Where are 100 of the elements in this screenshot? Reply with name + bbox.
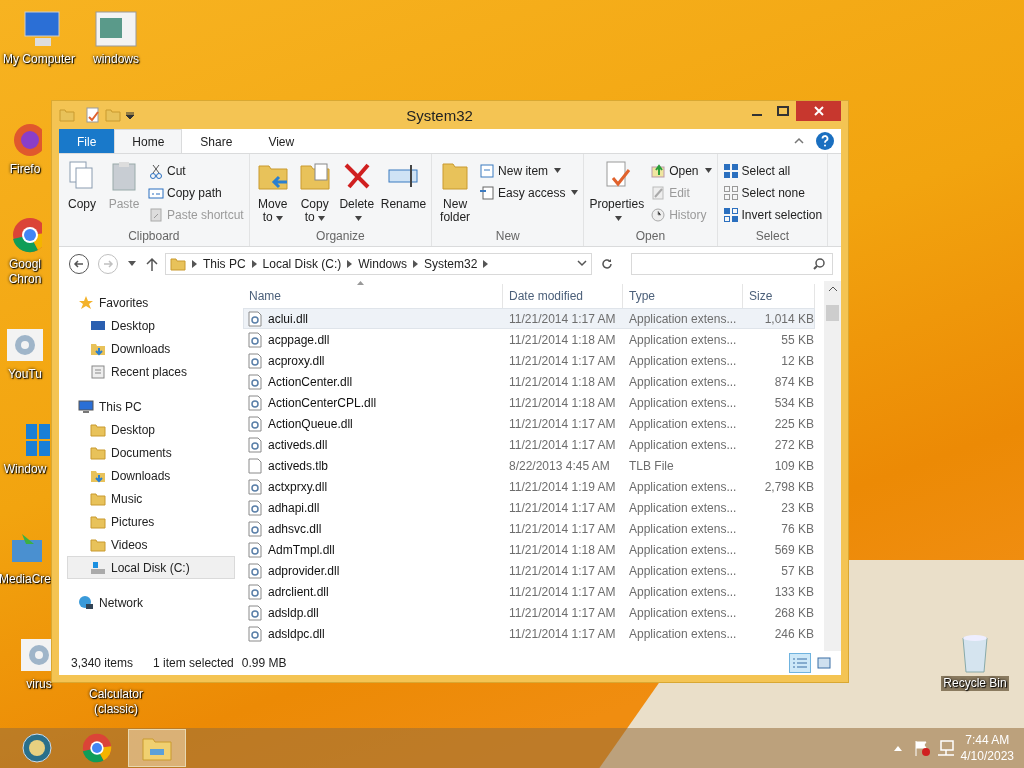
date-cell-text: 11/21/2014 1:17 AM <box>508 437 617 452</box>
type-cell-text: Application extens... <box>628 479 738 494</box>
flag-icon[interactable] <box>912 739 931 757</box>
file-row[interactable]: activeds.tlb 8/22/2013 4:45 AM TLB File 109 KB <box>243 455 815 476</box>
ribbon-tab[interactable]: Home <box>114 129 183 153</box>
ribbon-button[interactable]: Copy <box>62 158 102 228</box>
chevron-right-icon <box>483 260 489 268</box>
properties-page-icon[interactable] <box>85 107 101 123</box>
ribbon-button[interactable]: Cut <box>146 160 246 181</box>
ribbon-button[interactable]: Copy to <box>294 158 335 228</box>
ribbon-button[interactable]: Delete <box>336 158 377 228</box>
nav-pane-item[interactable]: Videos <box>67 533 235 556</box>
ribbon-button[interactable]: New folder <box>435 158 476 228</box>
nav-pane-item[interactable]: Documents <box>67 441 235 464</box>
nav-button[interactable] <box>67 252 92 276</box>
nav-pane-label: Local Disk (C:) <box>111 560 190 575</box>
file-row[interactable]: adsldpc.dll 11/21/2014 1:17 AM Application extens... 246 KB <box>243 623 815 644</box>
select-all-icon <box>722 162 739 179</box>
desktop-icon-label[interactable]: Recycle Bin <box>941 676 1009 691</box>
caret-icon <box>275 216 283 221</box>
nav-pane-item[interactable]: Favorites <box>67 291 235 314</box>
ribbon-button[interactable]: Copy path <box>146 182 246 203</box>
file-name: ActionCenter.dll <box>268 374 353 389</box>
nav-pane-item[interactable]: Desktop <box>67 314 235 337</box>
size-cell-text: 272 KB <box>773 437 814 452</box>
tile-picture-icon <box>817 657 831 669</box>
details-list-icon <box>792 657 808 669</box>
nav-pane-item[interactable]: Recent places <box>67 360 235 383</box>
file-row[interactable]: ActionCenter.dll 11/21/2014 1:18 AM Application extens... 874 KB <box>243 371 815 392</box>
window-title: System32 <box>405 106 474 124</box>
file-row[interactable]: adrclient.dll 11/21/2014 1:17 AM Application extens... 133 KB <box>243 581 815 602</box>
ribbon-button[interactable]: Invert selection <box>720 204 825 225</box>
nav-pane-item[interactable]: Desktop <box>67 418 235 441</box>
file-row[interactable]: adhapi.dll 11/21/2014 1:17 AM Application extens... 23 KB <box>243 497 815 518</box>
size-cell-text: 1,014 KB <box>763 311 814 326</box>
search-field[interactable] <box>631 253 833 275</box>
file-name: adsldp.dll <box>268 605 319 620</box>
caret-icon <box>614 216 622 221</box>
breadcrumb-item[interactable]: System32 <box>423 257 478 271</box>
file-row[interactable]: adprovider.dll 11/21/2014 1:17 AM Application extens... 57 KB <box>243 560 815 581</box>
help-icon[interactable] <box>815 129 835 153</box>
nav-pane-item[interactable]: Local Disk (C:) <box>67 556 235 579</box>
scrollbar[interactable] <box>824 281 841 651</box>
type-cell-text: Application extens... <box>628 626 738 641</box>
nav-pane-item[interactable]: Music <box>67 487 235 510</box>
file-row[interactable]: aclui.dll 11/21/2014 1:17 AM Application extens... 1,014 KB <box>243 308 815 329</box>
ribbon-button[interactable]: Easy access <box>477 182 581 203</box>
file-row[interactable]: ActionCenterCPL.dll 11/21/2014 1:18 AM Application extens... 534 KB <box>243 392 815 413</box>
file-row[interactable]: ActionQueue.dll 11/21/2014 1:17 AM Application extens... 225 KB <box>243 413 815 434</box>
nav-pane-item[interactable]: Network <box>67 591 235 614</box>
show-hidden-icons-icon[interactable] <box>892 744 903 752</box>
start-orb-icon <box>22 733 52 763</box>
address-bar[interactable]: This PC Local Disk (C:) Windows System32 <box>164 253 593 275</box>
folder-pages-icon <box>298 160 331 192</box>
nav-pane-item[interactable]: Downloads <box>67 464 235 487</box>
folder-icon <box>59 107 75 123</box>
ribbon-button[interactable]: Open <box>648 160 714 181</box>
file-row[interactable]: actxprxy.dll 11/21/2014 1:19 AM Application extens... 2,798 KB <box>243 476 815 497</box>
breadcrumb-item[interactable]: Windows <box>358 257 407 271</box>
network-icon[interactable] <box>936 739 955 757</box>
customize-caret-icon[interactable] <box>125 110 135 120</box>
ribbon-group-label: Organize <box>315 228 366 245</box>
close-button[interactable] <box>796 101 841 121</box>
date-cell-text: 11/21/2014 1:18 AM <box>508 374 617 389</box>
chevron-right-icon <box>412 260 418 268</box>
nav-pane-item[interactable]: Downloads <box>67 337 235 360</box>
nav-pane-item[interactable]: Pictures <box>67 510 235 533</box>
nav-pane-label: This PC <box>99 399 142 414</box>
scroll-up-icon[interactable] <box>828 285 837 291</box>
file-row[interactable]: activeds.dll 11/21/2014 1:17 AM Application extens... 272 KB <box>243 434 815 455</box>
ribbon-button[interactable]: Rename <box>378 158 429 228</box>
date-cell-text: 11/21/2014 1:17 AM <box>508 626 617 641</box>
scroll-thumb[interactable] <box>826 305 839 321</box>
search-icon <box>813 258 825 270</box>
nav-pane-item[interactable]: This PC <box>67 395 235 418</box>
gear-file-icon <box>248 499 262 516</box>
file-menu-tab[interactable]: File <box>59 129 115 153</box>
date-cell-text: 11/21/2014 1:17 AM <box>508 416 617 431</box>
ribbon-button[interactable]: New item <box>477 160 581 181</box>
date-cell-text: 11/21/2014 1:17 AM <box>508 605 617 620</box>
size-cell-text: 23 KB <box>780 500 814 515</box>
item-count: 3,340 items <box>71 656 134 670</box>
selection-size: 0.99 MB <box>241 656 287 670</box>
file-row[interactable]: AdmTmpl.dll 11/21/2014 1:18 AM Application extens... 569 KB <box>243 539 815 560</box>
breadcrumb-item[interactable]: This PC <box>202 257 246 271</box>
breadcrumb-item[interactable]: Local Disk (C:) <box>262 257 342 271</box>
ribbon-button[interactable]: Properties <box>587 158 647 228</box>
type-cell-text: Application extens... <box>628 311 738 326</box>
ribbon-button[interactable]: Select all <box>720 160 825 181</box>
folder-icon <box>90 536 106 553</box>
dropdown-chevron-icon[interactable] <box>577 260 588 268</box>
size-cell-text: 225 KB <box>773 416 814 431</box>
nav-pane-label: Videos <box>111 537 148 552</box>
file-row[interactable]: acppage.dll 11/21/2014 1:18 AM Application extens... 55 KB <box>243 329 815 350</box>
ribbon-button[interactable]: Move to <box>252 158 293 228</box>
file-row[interactable]: adhsvc.dll 11/21/2014 1:17 AM Application extens... 76 KB <box>243 518 815 539</box>
size-cell-text: 268 KB <box>773 605 814 620</box>
file-row[interactable]: acproxy.dll 11/21/2014 1:17 AM Application extens... 12 KB <box>243 350 815 371</box>
file-row[interactable]: adsldp.dll 11/21/2014 1:17 AM Application extens... 268 KB <box>243 602 815 623</box>
ribbon-button[interactable]: Select none <box>720 182 825 203</box>
